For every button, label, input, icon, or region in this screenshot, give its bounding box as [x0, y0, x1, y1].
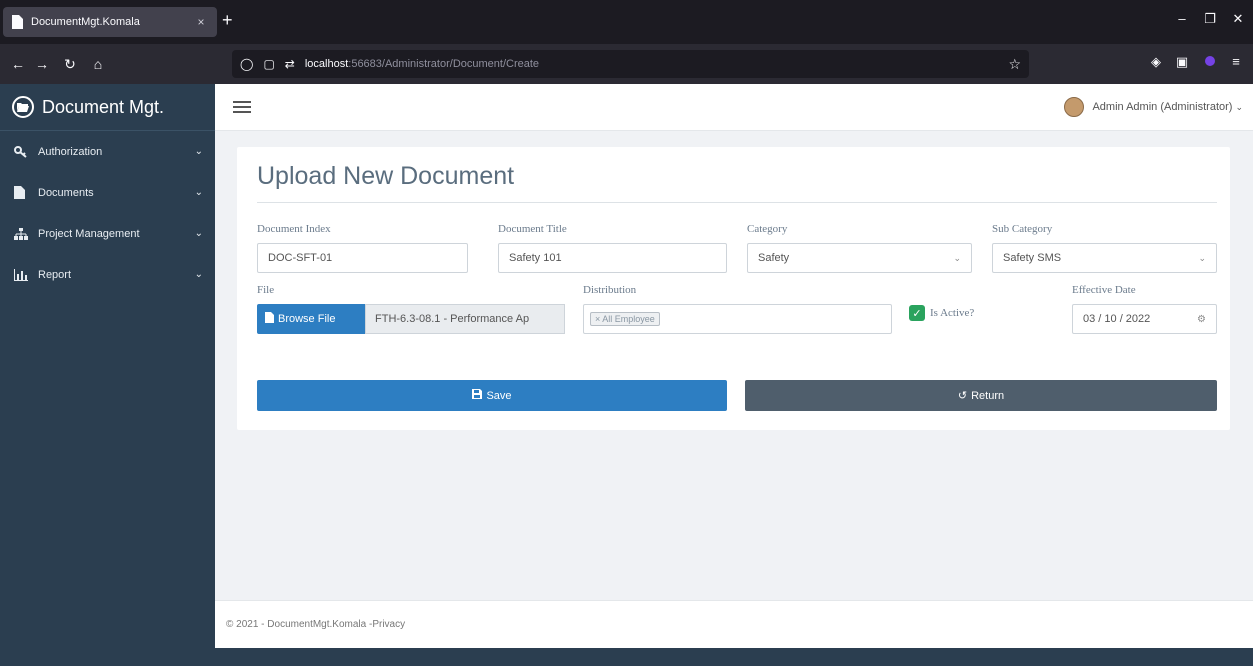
- user-name: Admin Admin (Administrator): [1092, 101, 1233, 113]
- url-path: :56683/Administrator/Document/Create: [348, 58, 540, 70]
- back-icon[interactable]: ←: [8, 54, 28, 74]
- distribution-tag[interactable]: × All Employee: [590, 312, 660, 326]
- chevron-down-icon: ⌄: [1198, 252, 1206, 263]
- sidebar-item-label: Documents: [38, 186, 94, 199]
- bottom-strip: [215, 648, 1253, 666]
- file-name-value: FTH-6.3-08.1 - Performance Ap: [375, 313, 530, 325]
- file-icon: [265, 312, 274, 326]
- chart-icon: [14, 268, 30, 281]
- sidebar-toggle-icon[interactable]: ▣: [1172, 54, 1192, 70]
- upload-form-card: Upload New Document Document Index DOC-S…: [237, 147, 1230, 430]
- page-title: Upload New Document: [257, 162, 515, 190]
- document-index-value: DOC-SFT-01: [268, 252, 333, 264]
- close-window-icon[interactable]: ✕: [1228, 11, 1248, 27]
- minimize-icon[interactable]: –: [1172, 11, 1192, 26]
- return-label: Return: [971, 389, 1005, 402]
- distribution-label: Distribution: [583, 284, 637, 296]
- brand-name: Document Mgt.: [42, 96, 165, 117]
- browse-file-button[interactable]: Browse File: [257, 304, 365, 334]
- browse-file-label: Browse File: [278, 313, 336, 325]
- reload-icon[interactable]: ↻: [60, 54, 80, 74]
- new-tab-button[interactable]: +: [222, 10, 233, 30]
- document-index-input[interactable]: DOC-SFT-01: [257, 243, 468, 273]
- brand[interactable]: Document Mgt.: [0, 84, 215, 131]
- document-title-value: Safety 101: [509, 252, 562, 264]
- chevron-down-icon: ⌄: [953, 252, 961, 263]
- menu-icon[interactable]: ≡: [1226, 54, 1246, 69]
- extension-icon[interactable]: [1200, 54, 1220, 69]
- caret-down-icon: ⌄: [1235, 101, 1243, 112]
- category-label: Category: [747, 223, 788, 235]
- return-button[interactable]: ↺ Return: [745, 380, 1217, 411]
- footer-text: © 2021 - DocumentMgt.Komala -: [226, 619, 373, 630]
- footer: © 2021 - DocumentMgt.Komala - Privacy: [215, 600, 1253, 648]
- tab-title: DocumentMgt.Komala: [31, 16, 140, 28]
- url-host: localhost: [304, 58, 349, 70]
- browser-tab-bar: DocumentMgt.Komala × + – ❐ ✕: [0, 0, 1253, 44]
- document-index-label: Document Index: [257, 223, 331, 235]
- pocket-icon[interactable]: ◈: [1146, 54, 1166, 70]
- sidebar: Document Mgt. Authorization ⌄ Documents …: [0, 84, 215, 666]
- avatar: [1064, 97, 1085, 117]
- browser-nav-bar: ← → ↻ ⌂ ◯ ▢ ⇄ localhost :56683/Administr…: [0, 44, 1253, 84]
- sidebar-item-label: Report: [38, 268, 72, 281]
- forward-icon[interactable]: →: [32, 54, 52, 74]
- sidebar-item-label: Project Management: [38, 227, 140, 240]
- is-active-label: Is Active?: [930, 307, 975, 319]
- file-label: File: [257, 284, 275, 296]
- hamburger-menu-icon[interactable]: [233, 101, 251, 113]
- home-icon[interactable]: ⌂: [88, 54, 108, 74]
- sidebar-item-label: Authorization: [38, 145, 103, 158]
- main-content: Upload New Document Document Index DOC-S…: [215, 131, 1253, 639]
- folder-open-icon: [12, 96, 34, 118]
- sidebar-menu: Authorization ⌄ Documents ⌄ Project Mana…: [0, 131, 215, 295]
- undo-icon: ↺: [957, 390, 968, 402]
- save-label: Save: [486, 389, 512, 402]
- document-favicon-icon: [11, 15, 25, 29]
- privacy-link[interactable]: Privacy: [372, 619, 405, 630]
- divider: [257, 202, 1217, 203]
- effective-date-label: Effective Date: [1072, 284, 1136, 296]
- tab-close-icon[interactable]: ×: [193, 15, 209, 29]
- connection-icon: ⇄: [284, 57, 295, 71]
- key-icon: [14, 145, 30, 158]
- sub-category-select[interactable]: Safety SMS ⌄: [992, 243, 1217, 273]
- chevron-down-icon: ⌄: [194, 187, 203, 198]
- chevron-down-icon: ⌄: [194, 146, 203, 157]
- file-name-field[interactable]: FTH-6.3-08.1 - Performance Ap: [365, 304, 565, 334]
- user-menu[interactable]: Admin Admin (Administrator) ⌄: [1064, 97, 1243, 117]
- bookmark-star-icon[interactable]: ☆: [1008, 56, 1021, 73]
- effective-date-input[interactable]: 03 / 10 / 2022 ⚙: [1072, 304, 1217, 334]
- document-title-input[interactable]: Safety 101: [498, 243, 727, 273]
- sidebar-item-authorization[interactable]: Authorization ⌄: [0, 131, 215, 172]
- chevron-down-icon: ⌄: [194, 269, 203, 280]
- sub-category-value: Safety SMS: [1003, 252, 1062, 264]
- browser-tab[interactable]: DocumentMgt.Komala ×: [3, 7, 217, 37]
- distribution-multiselect[interactable]: × All Employee: [583, 304, 892, 334]
- url-bar[interactable]: ◯ ▢ ⇄ localhost :56683/Administrator/Doc…: [232, 50, 1029, 78]
- effective-date-value: 03 / 10 / 2022: [1083, 313, 1151, 325]
- floppy-disk-icon: [472, 389, 483, 402]
- sidebar-item-project-management[interactable]: Project Management ⌄: [0, 213, 215, 254]
- document-title-label: Document Title: [498, 223, 567, 235]
- calendar-icon[interactable]: ⚙: [1197, 314, 1206, 325]
- sub-category-label: Sub Category: [992, 223, 1053, 235]
- file-icon: [14, 186, 30, 199]
- shield-icon: ◯: [240, 57, 254, 71]
- is-active-checkbox[interactable]: ✓: [909, 305, 925, 321]
- maximize-icon[interactable]: ❐: [1200, 11, 1220, 27]
- category-select[interactable]: Safety ⌄: [747, 243, 972, 273]
- save-button[interactable]: Save: [257, 380, 727, 411]
- sitemap-icon: [14, 227, 30, 240]
- page-icon: ▢: [263, 57, 275, 71]
- top-bar: Admin Admin (Administrator) ⌄: [215, 84, 1253, 131]
- sidebar-item-report[interactable]: Report ⌄: [0, 254, 215, 295]
- chevron-down-icon: ⌄: [194, 228, 203, 239]
- category-value: Safety: [758, 252, 790, 264]
- sidebar-item-documents[interactable]: Documents ⌄: [0, 172, 215, 213]
